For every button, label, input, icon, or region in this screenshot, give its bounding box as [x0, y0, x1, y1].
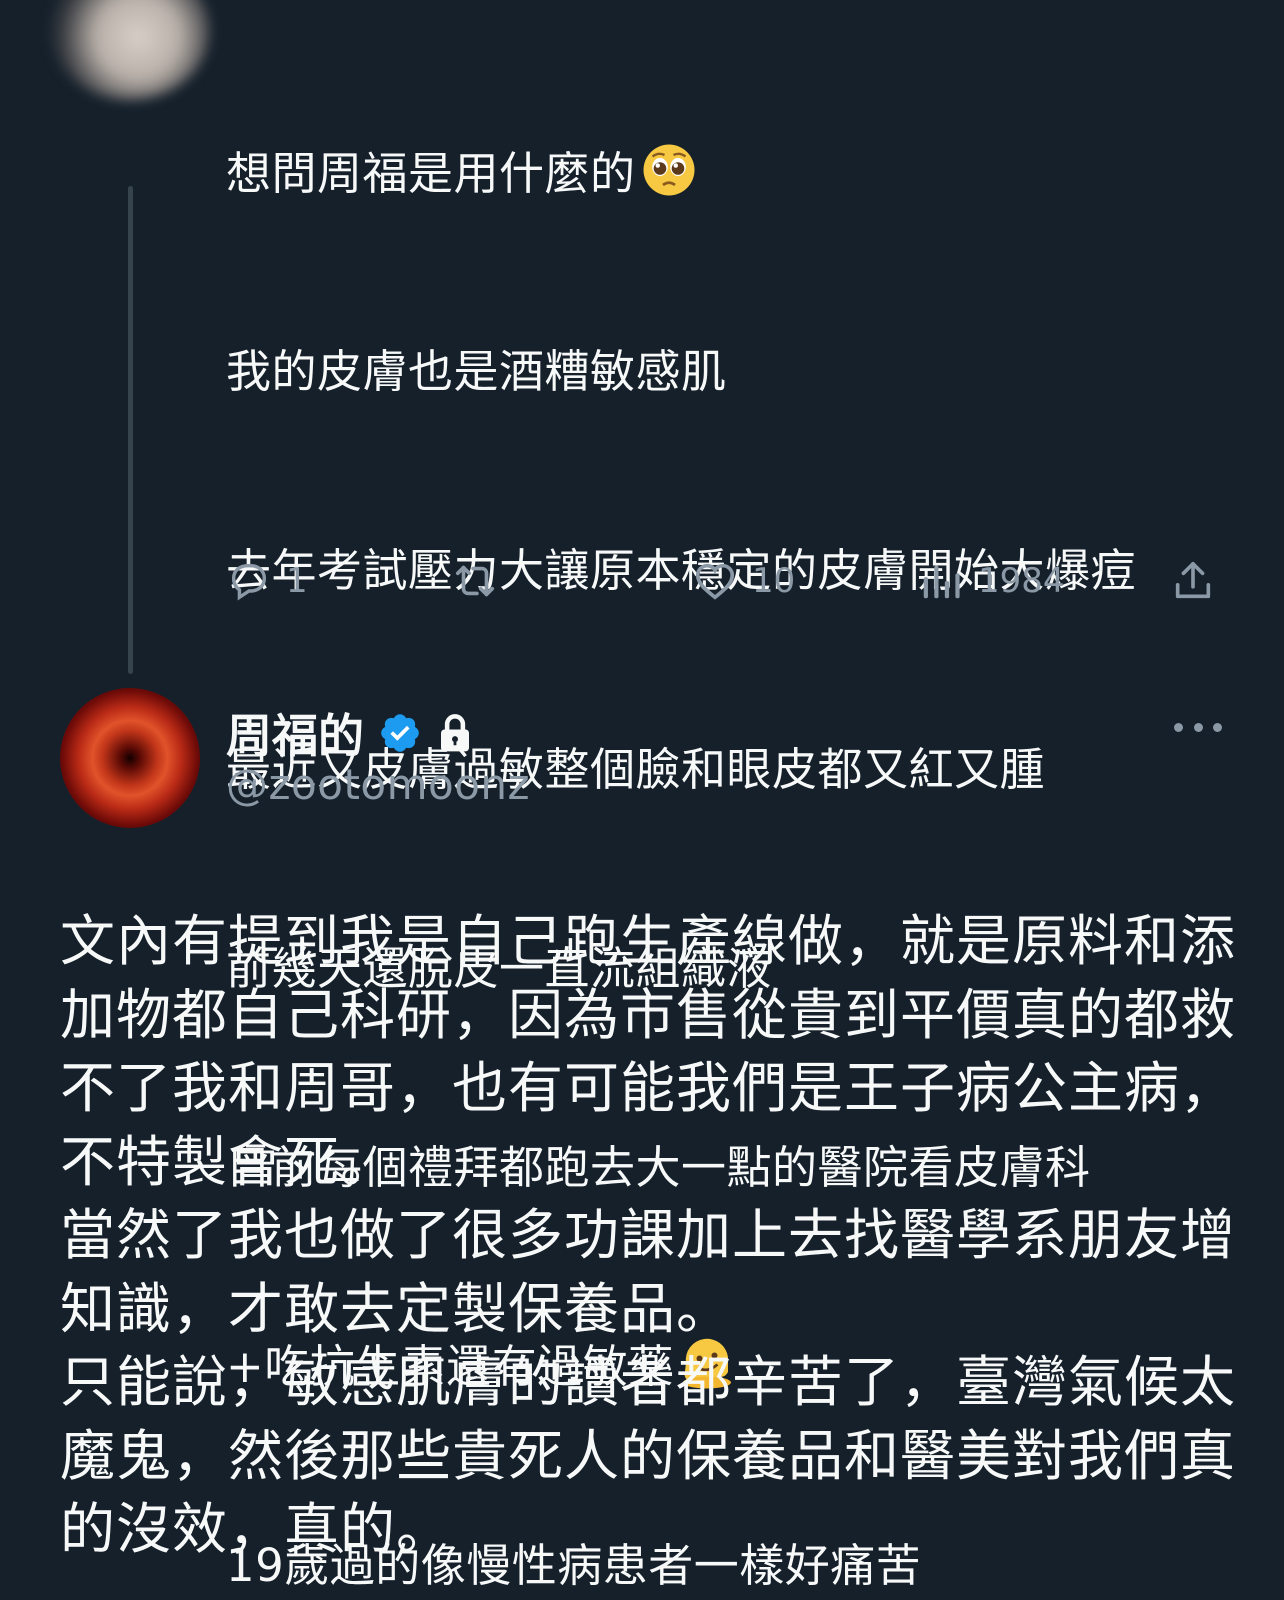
thread-line	[128, 186, 133, 674]
main-line-6: 知識，才敢去定製保養品。	[60, 1276, 733, 1341]
main-line-1: 文內有提到我是自己跑生產線做，就是原料和添	[60, 909, 1237, 973]
main-line-8: 魔鬼，然後那些貴死人的保養品和醫美對我們真	[60, 1423, 1237, 1488]
main-line-5: 當然了我也做了很多功課加上去找醫學系朋友增	[60, 1203, 1237, 1267]
main-line-7: 只能說，敏感肌膚的讀者都辛苦了，臺灣氣候太	[60, 1350, 1237, 1414]
more-dot-icon	[1213, 722, 1222, 732]
reply-icon	[231, 563, 267, 601]
like-button[interactable]: 10	[692, 556, 795, 606]
heart-icon	[695, 563, 735, 600]
pleading-face-emoji-icon	[643, 144, 695, 196]
lock-icon	[441, 714, 469, 752]
view-count: 1984	[978, 561, 1065, 601]
parent-avatar[interactable]	[50, 0, 210, 100]
author-handle[interactable]: @zootomoonz	[226, 760, 530, 809]
like-count: 10	[752, 561, 796, 601]
more-dot-icon	[1174, 722, 1183, 732]
main-line-2: 加物都自己科研，因為市售從貴到平價真的都救	[60, 982, 1237, 1047]
main-line-4: 不特製會死。	[60, 1129, 397, 1194]
retweet-button[interactable]	[452, 556, 498, 606]
main-line-9: 的沒效，真的。	[60, 1497, 453, 1561]
author-name[interactable]: 周福的	[226, 700, 364, 766]
verified-badge-icon	[381, 714, 419, 752]
reply-count: 1	[286, 561, 308, 601]
reply-button[interactable]: 1	[226, 556, 308, 606]
more-dot-icon	[1193, 722, 1203, 732]
author-avatar[interactable]	[60, 688, 200, 828]
parent-line-2: 我的皮膚也是酒糟敏感肌	[226, 345, 727, 399]
author-name-row[interactable]: 周福的	[226, 700, 474, 766]
main-tweet-text: 文內有提到我是自己跑生產線做，就是原料和添 加物都自己科研，因為市售從貴到平價真…	[60, 905, 1250, 1567]
share-icon	[1175, 561, 1211, 599]
parent-line-1: 想問周福是用什麼的	[226, 146, 636, 200]
share-button[interactable]	[1170, 556, 1216, 606]
retweet-icon	[455, 565, 495, 597]
tweet-action-bar: 1 10 1984	[226, 556, 1236, 606]
views-chart-icon	[923, 565, 960, 599]
more-options-button[interactable]	[1174, 712, 1222, 742]
main-line-3: 不了我和周哥，也有可能我們是王子病公主病，	[60, 1056, 1237, 1120]
views-button[interactable]: 1984	[918, 556, 1065, 606]
